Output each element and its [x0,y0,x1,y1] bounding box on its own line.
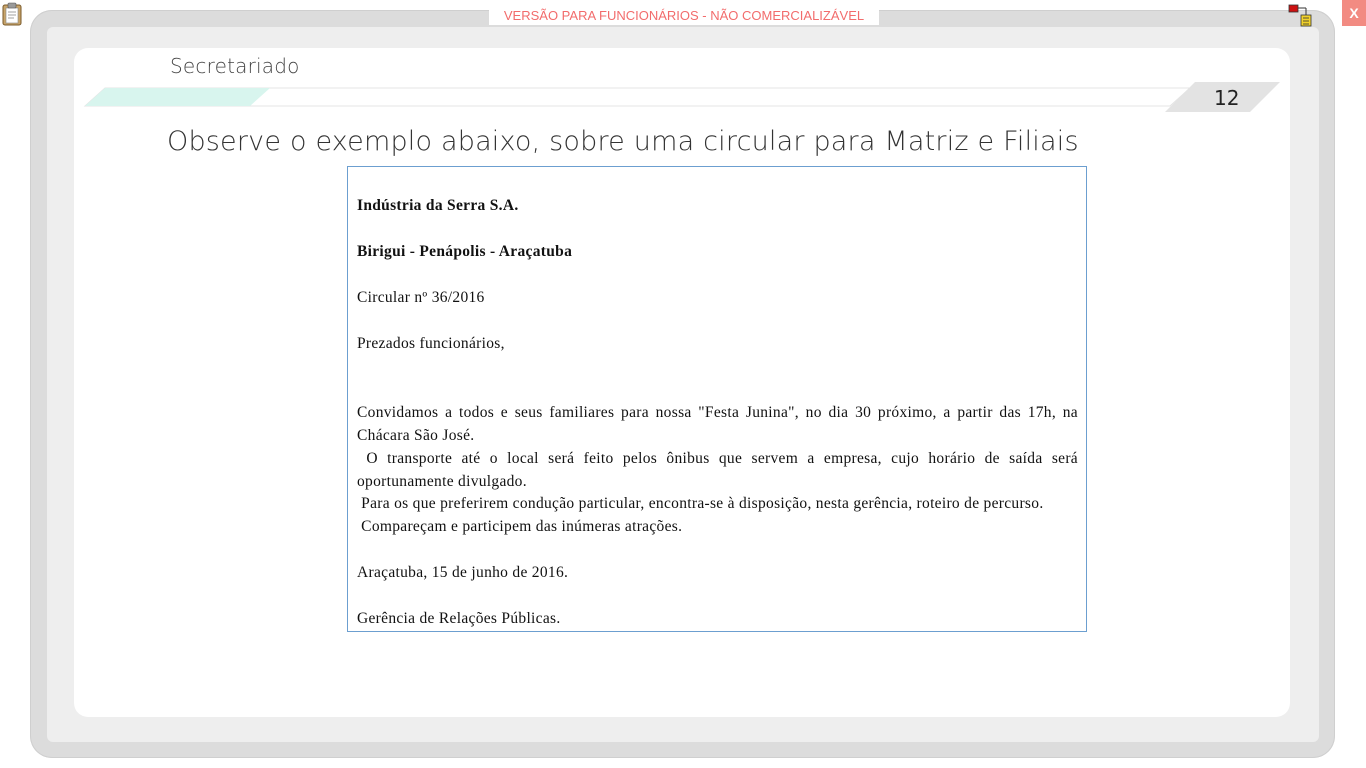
section-title: Secretariado [170,54,300,78]
page-heading: Observe o exemplo abaixo, sobre uma circ… [167,126,1079,157]
doc-paragraph-4: Compareçam e participem das inúmeras atr… [357,518,683,535]
doc-signature: Gerência de Relações Públicas. [357,610,561,627]
header-stripe [83,82,1280,112]
version-banner: VERSÃO PARA FUNCIONÁRIOS - NÃO COMERCIAL… [489,6,879,25]
page-number: 12 [1214,86,1240,110]
doc-company: Indústria da Serra S.A. [357,197,519,214]
doc-paragraph-2-line-1: O transporte até o local será feito pelo… [357,450,1078,467]
doc-paragraph-3: Para os que preferirem condução particul… [357,495,1044,512]
doc-paragraph-1-line-1: Convidamos a todos e seus familiares par… [357,404,1078,421]
close-button[interactable]: X [1342,0,1366,26]
clipboard-icon[interactable] [1,2,23,26]
doc-greeting: Prezados funcionários, [357,335,505,352]
circular-document: Indústria da Serra S.A. Birigui - Penápo… [347,166,1087,632]
doc-paragraph-1-line-2: Chácara São José. [357,427,475,444]
doc-paragraph-2-line-2: oportunamente divulgado. [357,473,527,490]
network-icon[interactable] [1286,2,1314,28]
doc-date: Araçatuba, 15 de junho de 2016. [357,564,569,581]
doc-locations: Birigui - Penápolis - Araçatuba [357,243,573,260]
doc-circular-number: Circular nº 36/2016 [357,289,485,306]
